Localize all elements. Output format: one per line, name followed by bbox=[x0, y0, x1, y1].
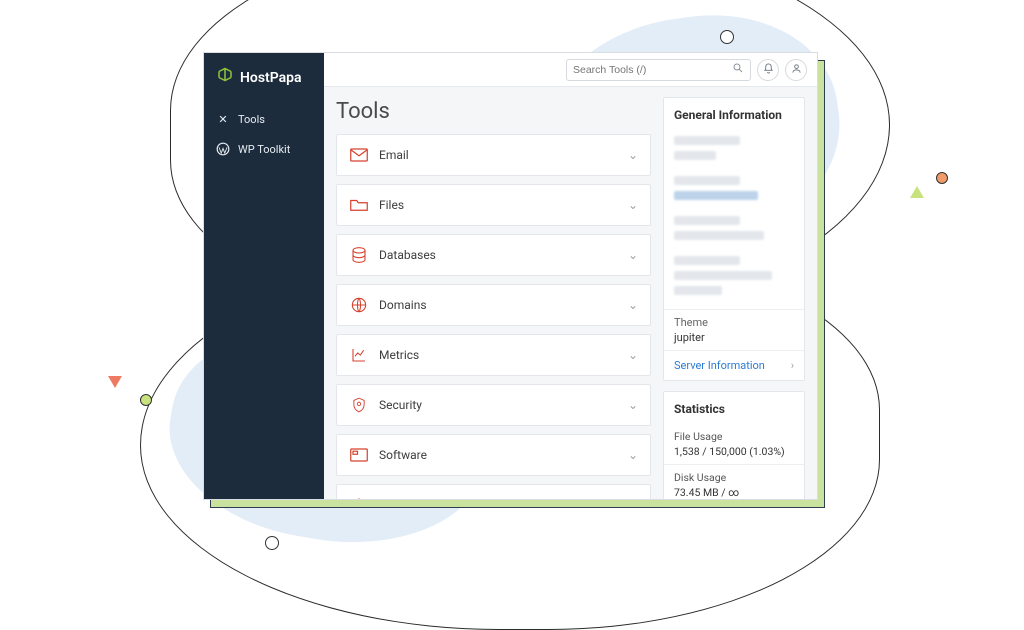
redacted-line bbox=[674, 286, 722, 295]
search-box[interactable] bbox=[566, 59, 751, 81]
stat-row: File Usage 1,538 / 150,000 (1.03%) bbox=[664, 424, 804, 464]
category-label: Security bbox=[379, 398, 618, 412]
statistics-title: Statistics bbox=[664, 392, 804, 424]
email-icon bbox=[349, 146, 369, 164]
redacted-line bbox=[674, 256, 740, 265]
server-info-label: Server Information bbox=[674, 359, 765, 372]
category-label: Advanced bbox=[379, 498, 618, 500]
category-files[interactable]: Files ⌄ bbox=[336, 184, 651, 226]
redacted-line bbox=[674, 216, 740, 225]
redacted-line bbox=[674, 136, 740, 145]
redacted-line bbox=[674, 231, 764, 240]
category-label: Email bbox=[379, 148, 618, 162]
search-input[interactable] bbox=[573, 64, 732, 76]
category-email[interactable]: Email ⌄ bbox=[336, 134, 651, 176]
category-metrics[interactable]: Metrics ⌄ bbox=[336, 334, 651, 376]
chevron-down-icon: ⌄ bbox=[628, 398, 638, 412]
brand-name: HostPapa bbox=[240, 70, 302, 86]
chevron-down-icon: ⌄ bbox=[628, 348, 638, 362]
chevron-down-icon: ⌄ bbox=[628, 198, 638, 212]
chevron-down-icon: ⌄ bbox=[628, 448, 638, 462]
theme-value: jupiter bbox=[674, 331, 794, 344]
page-title: Tools bbox=[336, 99, 651, 124]
stat-label: File Usage bbox=[674, 430, 794, 443]
general-info-panel: General Information bbox=[663, 97, 805, 381]
category-label: Metrics bbox=[379, 348, 618, 362]
sidebar-item-wp-toolkit[interactable]: WP Toolkit bbox=[204, 134, 324, 164]
wordpress-icon bbox=[216, 142, 230, 156]
advanced-icon bbox=[349, 496, 369, 500]
stat-value: 1,538 / 150,000 (1.03%) bbox=[674, 445, 785, 458]
sidebar-item-label: Tools bbox=[238, 113, 265, 126]
tools-icon: ✕ bbox=[216, 113, 230, 126]
chevron-right-icon: › bbox=[791, 359, 794, 372]
theme-label: Theme bbox=[674, 316, 708, 329]
metrics-icon bbox=[349, 346, 369, 364]
category-databases[interactable]: Databases ⌄ bbox=[336, 234, 651, 276]
redacted-line bbox=[674, 151, 716, 160]
category-domains[interactable]: Domains ⌄ bbox=[336, 284, 651, 326]
main-area: Tools Email⌄Files⌄Databases⌄Domains⌄Metr… bbox=[324, 53, 817, 499]
stat-label: Disk Usage bbox=[674, 471, 794, 484]
category-security[interactable]: Security ⌄ bbox=[336, 384, 651, 426]
domains-icon bbox=[349, 296, 369, 314]
sidebar-item-tools[interactable]: ✕ Tools bbox=[204, 105, 324, 134]
user-icon bbox=[791, 63, 802, 77]
category-label: Databases bbox=[379, 248, 618, 262]
category-software[interactable]: Software ⌄ bbox=[336, 434, 651, 476]
security-icon bbox=[349, 396, 369, 414]
category-label: Software bbox=[379, 448, 618, 462]
chevron-down-icon: ⌄ bbox=[628, 248, 638, 262]
files-icon bbox=[349, 196, 369, 214]
stat-value: 73.45 MB / ∞ bbox=[674, 486, 739, 499]
category-label: Domains bbox=[379, 298, 618, 312]
right-column: General Information bbox=[663, 97, 805, 489]
statistics-panel: Statistics File Usage 1,538 / 150,000 (1.… bbox=[663, 391, 805, 500]
brand: HostPapa bbox=[204, 53, 324, 105]
search-icon bbox=[732, 62, 744, 77]
left-column: Tools Email⌄Files⌄Databases⌄Domains⌄Metr… bbox=[336, 97, 651, 489]
databases-icon bbox=[349, 246, 369, 264]
content: Tools Email⌄Files⌄Databases⌄Domains⌄Metr… bbox=[324, 87, 817, 499]
theme-row: Theme jupiter bbox=[664, 309, 804, 350]
topbar bbox=[324, 53, 817, 87]
chevron-down-icon: ⌄ bbox=[628, 148, 638, 162]
app-window: HostPapa ✕ Tools WP Toolkit bbox=[203, 52, 818, 500]
sidebar: HostPapa ✕ Tools WP Toolkit bbox=[204, 53, 324, 499]
account-button[interactable] bbox=[785, 59, 807, 81]
stat-row: Disk Usage 73.45 MB / ∞ bbox=[664, 464, 804, 500]
brand-logo-icon bbox=[216, 67, 234, 89]
category-label: Files bbox=[379, 198, 618, 212]
general-info-body bbox=[664, 136, 804, 309]
redacted-line bbox=[674, 176, 740, 185]
chevron-down-icon: ⌄ bbox=[628, 498, 638, 500]
server-information-link[interactable]: Server Information › bbox=[664, 350, 804, 380]
redacted-line bbox=[674, 271, 772, 280]
redacted-line bbox=[674, 191, 758, 200]
notifications-button[interactable] bbox=[757, 59, 779, 81]
category-advanced[interactable]: Advanced ⌄ bbox=[336, 484, 651, 500]
software-icon bbox=[349, 446, 369, 464]
general-info-title: General Information bbox=[664, 98, 804, 130]
sidebar-item-label: WP Toolkit bbox=[238, 143, 290, 156]
bell-icon bbox=[763, 63, 774, 77]
chevron-down-icon: ⌄ bbox=[628, 298, 638, 312]
